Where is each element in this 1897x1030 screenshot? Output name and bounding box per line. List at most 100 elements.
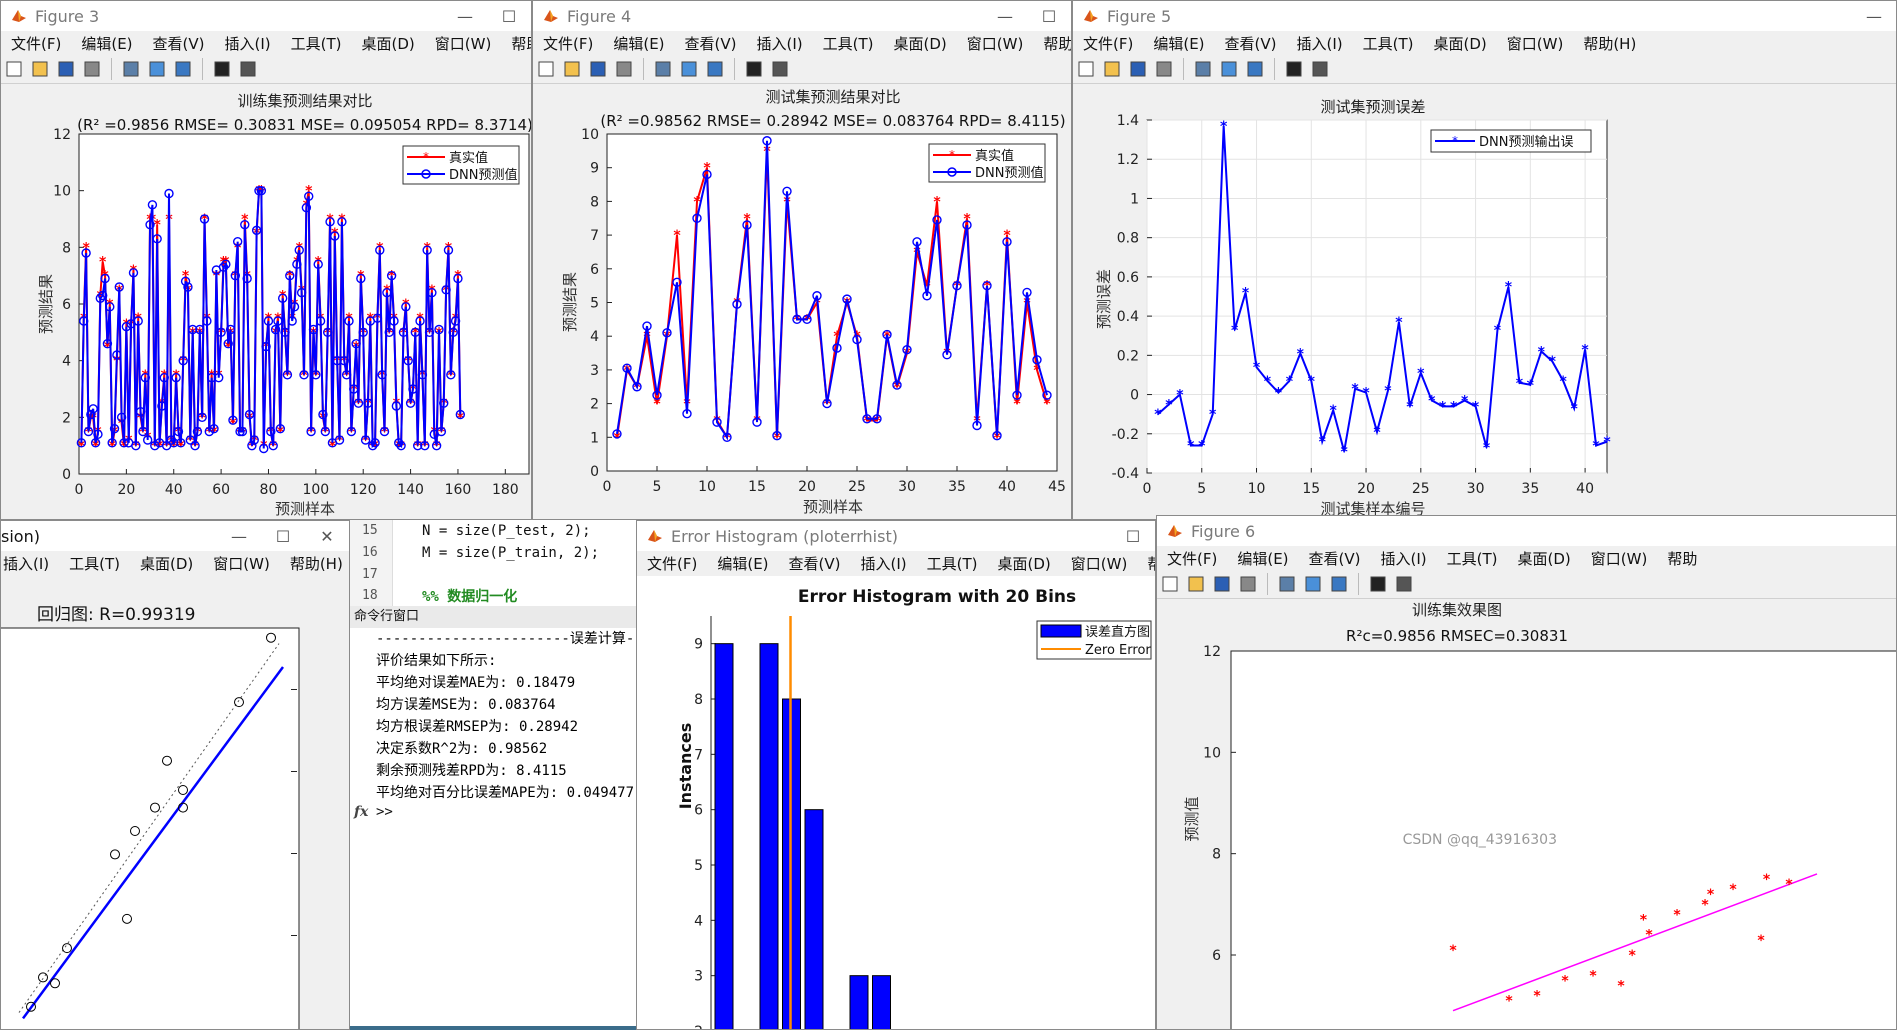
regression-titlebar[interactable]: sion) — ☐ ✕ [1, 521, 349, 551]
menu-window[interactable]: 窗口(W) [967, 33, 1024, 54]
figure3-titlebar[interactable]: Figure 3 — ☐ [1, 1, 531, 31]
menu-window[interactable]: 窗口(W) [435, 33, 492, 54]
errhist-titlebar[interactable]: Error Histogram (ploterrhist) ☐ [637, 521, 1155, 551]
maximize-button[interactable]: ☐ [487, 7, 531, 26]
maximize-button[interactable]: ☐ [1111, 527, 1155, 546]
menu-file[interactable]: 文件(F) [1167, 548, 1217, 569]
open-folder-icon[interactable] [1186, 575, 1206, 593]
print-icon[interactable] [82, 60, 102, 78]
minimize-button[interactable]: — [217, 527, 261, 546]
command-prompt[interactable]: >> [376, 804, 393, 820]
menu-tools[interactable]: 工具(T) [69, 553, 120, 574]
link-icon[interactable] [1277, 575, 1297, 593]
figure3-window[interactable]: Figure 3 — ☐ 文件(F) 编辑(E) 查看(V) 插入(I) 工具(… [0, 0, 532, 520]
open-folder-icon[interactable] [562, 60, 582, 78]
legend[interactable]: * DNN预测输出误 [1430, 129, 1592, 153]
property-editor-icon[interactable] [1310, 60, 1330, 78]
property-editor-icon[interactable] [770, 60, 790, 78]
menu-view[interactable]: 查看(V) [789, 553, 841, 574]
menu-desktop[interactable]: 桌面(D) [1434, 33, 1487, 54]
menu-insert[interactable]: 插入(I) [225, 33, 271, 54]
legend[interactable]: * 真实值 DNN预测值 [928, 143, 1046, 183]
legend-icon[interactable] [705, 60, 725, 78]
menu-edit[interactable]: 编辑(E) [717, 553, 768, 574]
pointer-icon[interactable] [1284, 60, 1304, 78]
colorbar-icon[interactable] [1303, 575, 1323, 593]
legend-icon[interactable] [1245, 60, 1265, 78]
new-file-icon[interactable] [4, 60, 24, 78]
colorbar-icon[interactable] [679, 60, 699, 78]
link-icon[interactable] [1193, 60, 1213, 78]
command-window[interactable]: -----------------------误差计算---- 评价结果如下所示… [350, 628, 636, 1030]
maximize-button[interactable]: ☐ [261, 527, 305, 546]
link-icon[interactable] [653, 60, 673, 78]
figure6-titlebar[interactable]: Figure 6 [1157, 516, 1896, 546]
menu-desktop[interactable]: 桌面(D) [140, 553, 193, 574]
open-folder-icon[interactable] [30, 60, 50, 78]
save-icon[interactable] [1128, 60, 1148, 78]
print-icon[interactable] [1238, 575, 1258, 593]
menu-help[interactable]: 帮助(H) [290, 553, 343, 574]
link-icon[interactable] [121, 60, 141, 78]
menu-help[interactable]: 帮助(H) [1583, 33, 1636, 54]
error-histogram-window[interactable]: Error Histogram (ploterrhist) ☐ 文件(F) 编辑… [636, 520, 1156, 1030]
menu-edit[interactable]: 编辑(E) [81, 33, 132, 54]
menu-window[interactable]: 窗口(W) [1507, 33, 1564, 54]
code-comment[interactable]: %% 数据归一化 [422, 586, 517, 606]
pointer-icon[interactable] [1368, 575, 1388, 593]
regression-window[interactable]: sion) — ☐ ✕ 插入(I) 工具(T) 桌面(D) 窗口(W) 帮助(H… [0, 520, 350, 1030]
property-editor-icon[interactable] [238, 60, 258, 78]
menu-file[interactable]: 文件(F) [1083, 33, 1133, 54]
figure5-window[interactable]: Figure 5 — 文件(F) 编辑(E) 查看(V) 插入(I) 工具(T)… [1072, 0, 1897, 520]
property-editor-icon[interactable] [1394, 575, 1414, 593]
print-icon[interactable] [614, 60, 634, 78]
menu-insert[interactable]: 插入(I) [757, 33, 803, 54]
legend[interactable]: 误差直方图 Zero Error [1036, 620, 1152, 660]
menu-insert[interactable]: 插入(I) [1381, 548, 1427, 569]
menu-tools[interactable]: 工具(T) [1447, 548, 1498, 569]
menu-tools[interactable]: 工具(T) [823, 33, 874, 54]
print-icon[interactable] [1154, 60, 1174, 78]
menu-desktop[interactable]: 桌面(D) [362, 33, 415, 54]
menu-tools[interactable]: 工具(T) [927, 553, 978, 574]
menu-view[interactable]: 查看(V) [1309, 548, 1361, 569]
menu-file[interactable]: 文件(F) [647, 553, 697, 574]
menu-window[interactable]: 窗口(W) [1071, 553, 1128, 574]
menu-tools[interactable]: 工具(T) [1363, 33, 1414, 54]
new-file-icon[interactable] [1160, 575, 1180, 593]
menu-file[interactable]: 文件(F) [11, 33, 61, 54]
legend[interactable]: * 真实值 DNN预测值 [402, 145, 520, 185]
pointer-icon[interactable] [744, 60, 764, 78]
menu-tools[interactable]: 工具(T) [291, 33, 342, 54]
open-folder-icon[interactable] [1102, 60, 1122, 78]
menu-view[interactable]: 查看(V) [685, 33, 737, 54]
menu-insert[interactable]: 插入(I) [861, 553, 907, 574]
maximize-button[interactable]: ☐ [1027, 7, 1071, 26]
menu-help[interactable]: 帮助(H) [1043, 33, 1071, 54]
fx-icon[interactable]: fx [354, 804, 368, 820]
menu-help[interactable]: 帮助(H) [511, 33, 531, 54]
save-icon[interactable] [1212, 575, 1232, 593]
menu-help[interactable]: 帮助(H) [1147, 553, 1155, 574]
menu-file[interactable]: 文件(F) [543, 33, 593, 54]
close-button[interactable]: ✕ [305, 527, 349, 546]
menu-desktop[interactable]: 桌面(D) [998, 553, 1051, 574]
minimize-button[interactable]: — [443, 7, 487, 26]
menu-edit[interactable]: 编辑(E) [1237, 548, 1288, 569]
new-file-icon[interactable] [1076, 60, 1096, 78]
figure4-titlebar[interactable]: Figure 4 — ☐ [533, 1, 1071, 31]
legend-icon[interactable] [173, 60, 193, 78]
menu-view[interactable]: 查看(V) [153, 33, 205, 54]
menu-insert[interactable]: 插入(I) [3, 553, 49, 574]
colorbar-icon[interactable] [1219, 60, 1239, 78]
legend-icon[interactable] [1329, 575, 1349, 593]
menu-insert[interactable]: 插入(I) [1297, 33, 1343, 54]
figure4-window[interactable]: Figure 4 — ☐ 文件(F) 编辑(E) 查看(V) 插入(I) 工具(… [532, 0, 1072, 520]
menu-view[interactable]: 查看(V) [1225, 33, 1277, 54]
save-icon[interactable] [56, 60, 76, 78]
code-line[interactable]: N = size(P_test, 2); [422, 523, 591, 539]
minimize-button[interactable]: — [1852, 7, 1896, 26]
colorbar-icon[interactable] [147, 60, 167, 78]
menu-edit[interactable]: 编辑(E) [1153, 33, 1204, 54]
figure5-titlebar[interactable]: Figure 5 — [1073, 1, 1896, 31]
